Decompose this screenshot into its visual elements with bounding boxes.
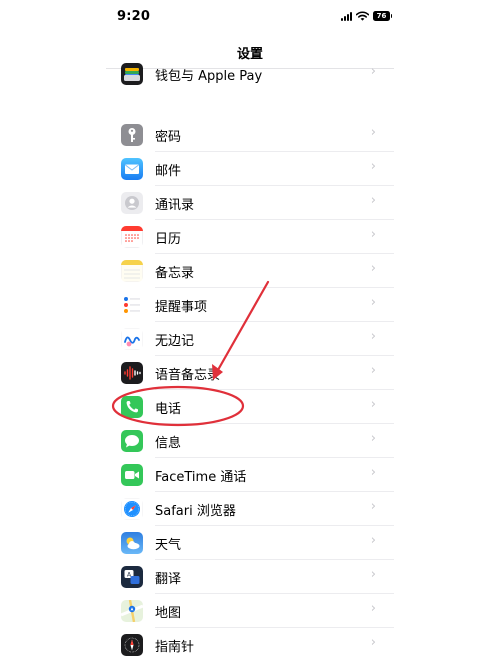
chevron-right-icon: ›	[370, 601, 376, 616]
chevron-right-icon: ›	[370, 125, 376, 140]
contacts-icon	[121, 192, 143, 214]
settings-row-label: 通讯录	[155, 198, 195, 213]
settings-row-label: FaceTime 通话	[155, 470, 247, 485]
chevron-right-icon: ›	[370, 295, 376, 310]
settings-row-compass[interactable]: 指南针 ›	[106, 628, 394, 657]
chevron-right-icon: ›	[370, 64, 376, 79]
settings-row-label: 电话	[155, 402, 182, 417]
settings-row-label: 信息	[155, 436, 182, 451]
chevron-right-icon: ›	[370, 363, 376, 378]
chevron-right-icon: ›	[370, 499, 376, 514]
settings-row-safari[interactable]: Safari 浏览器 ›	[106, 492, 394, 526]
settings-row-facetime[interactable]: FaceTime 通话 ›	[106, 458, 394, 492]
settings-row-voice-memos[interactable]: 语音备忘录 ›	[106, 356, 394, 390]
settings-row-translate[interactable]: A 翻译 ›	[106, 560, 394, 594]
cellular-signal-icon	[341, 11, 352, 21]
settings-row-maps[interactable]: 地图 ›	[106, 594, 394, 628]
key-icon	[121, 124, 143, 146]
chevron-right-icon: ›	[370, 533, 376, 548]
maps-icon	[121, 600, 143, 622]
chevron-right-icon: ›	[370, 635, 376, 650]
settings-row-calendar[interactable]: 日历 ›	[106, 220, 394, 254]
status-indicators: 76	[341, 11, 392, 21]
wifi-icon	[356, 11, 369, 21]
notes-icon	[121, 260, 143, 282]
settings-row-label: 地图	[155, 606, 182, 621]
settings-row-notes[interactable]: 备忘录 ›	[106, 254, 394, 288]
chevron-right-icon: ›	[370, 397, 376, 412]
chevron-right-icon: ›	[370, 227, 376, 242]
settings-row-reminders[interactable]: 提醒事项 ›	[106, 288, 394, 322]
chevron-right-icon: ›	[370, 567, 376, 582]
settings-row-label: 提醒事项	[155, 300, 208, 315]
status-time: 9:20	[117, 9, 151, 24]
reminders-icon	[121, 294, 143, 316]
settings-row-label: 指南针	[155, 640, 195, 655]
chevron-right-icon: ›	[370, 329, 376, 344]
weather-icon	[121, 532, 143, 554]
mail-icon	[121, 158, 143, 180]
settings-row-label: 密码	[155, 130, 182, 145]
settings-row-phone[interactable]: 电话 ›	[106, 390, 394, 424]
settings-row-label: Safari 浏览器	[155, 504, 236, 519]
chevron-right-icon: ›	[370, 261, 376, 276]
phone-icon	[121, 396, 143, 418]
chevron-right-icon: ›	[370, 431, 376, 446]
settings-row-wallet[interactable]: 钱包与 Apple Pay ›	[106, 57, 394, 91]
settings-row-label: 语音备忘录	[155, 368, 221, 383]
settings-row-label: 备忘录	[155, 266, 195, 281]
compass-icon	[121, 634, 143, 656]
calendar-icon	[121, 226, 143, 248]
battery-level: 76	[376, 12, 387, 20]
settings-row-passwords[interactable]: 密码 ›	[106, 118, 394, 152]
chevron-right-icon: ›	[370, 193, 376, 208]
settings-row-label: 翻译	[155, 572, 182, 587]
freeform-icon	[121, 328, 143, 350]
settings-row-mail[interactable]: 邮件 ›	[106, 152, 394, 186]
settings-row-messages[interactable]: 信息 ›	[106, 424, 394, 458]
voice-memos-icon	[121, 362, 143, 384]
chevron-right-icon: ›	[370, 465, 376, 480]
settings-row-freeform[interactable]: 无边记 ›	[106, 322, 394, 356]
settings-row-label: 邮件	[155, 164, 182, 179]
facetime-icon	[121, 464, 143, 486]
settings-screen: 9:20 76 设置 钱包与 Apple Pay › 密码 › 邮件 › 通讯录…	[106, 0, 394, 657]
settings-row-contacts[interactable]: 通讯录 ›	[106, 186, 394, 220]
settings-row-label: 无边记	[155, 334, 195, 349]
messages-icon	[121, 430, 143, 452]
chevron-right-icon: ›	[370, 159, 376, 174]
settings-row-label: 日历	[155, 232, 182, 247]
translate-icon: A	[121, 566, 143, 588]
status-bar: 9:20 76	[106, 0, 394, 34]
safari-icon	[121, 498, 143, 520]
wallet-icon	[121, 63, 143, 85]
settings-row-weather[interactable]: 天气 ›	[106, 526, 394, 560]
battery-icon: 76	[373, 11, 392, 21]
settings-row-label: 天气	[155, 538, 182, 553]
settings-row-label: 钱包与 Apple Pay	[155, 69, 263, 84]
